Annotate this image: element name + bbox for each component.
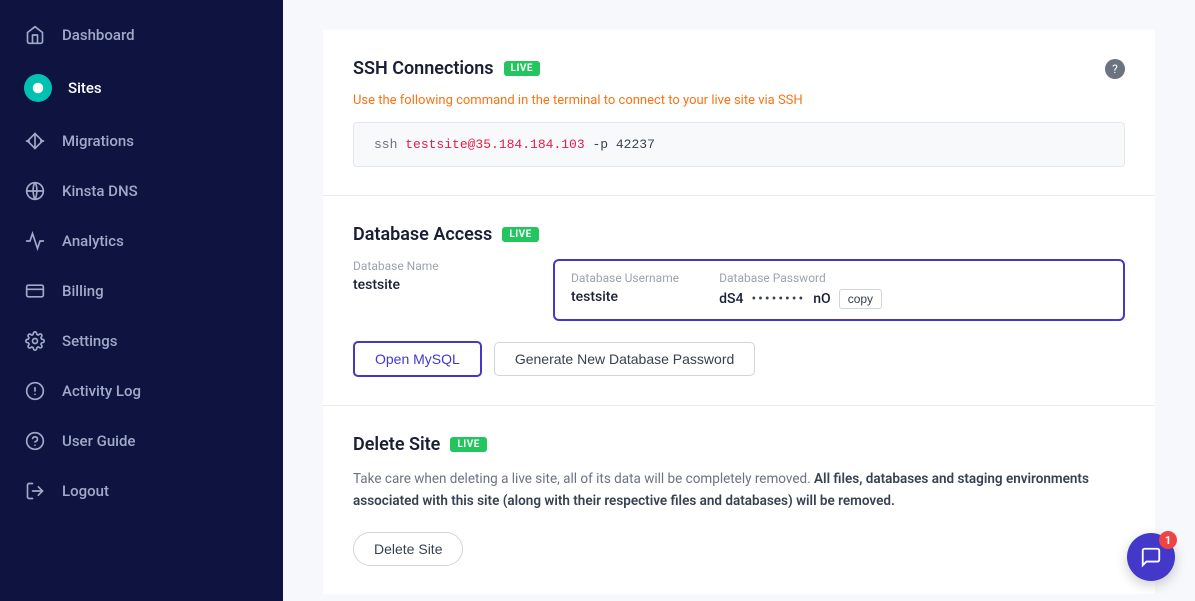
settings-icon <box>24 330 46 352</box>
delete-section-header: Delete Site LIVE <box>353 434 1125 455</box>
home-icon <box>24 24 46 46</box>
ssh-host: testsite@35.184.184.103 <box>405 137 584 152</box>
database-section: Database Access LIVE Database Name tests… <box>323 196 1155 405</box>
sidebar-item-logout[interactable]: Logout <box>0 466 283 516</box>
delete-desc-start: Take care when deleting a live site, all… <box>353 471 814 487</box>
db-section-header: Database Access LIVE <box>353 224 1125 245</box>
analytics-icon <box>24 230 46 252</box>
ssh-port: -p 42237 <box>585 137 655 152</box>
billing-icon <box>24 280 46 302</box>
chat-bubble[interactable]: 1 <box>1127 533 1175 581</box>
sidebar-item-label: Kinsta DNS <box>62 182 138 200</box>
delete-section: Delete Site LIVE Take care when deleting… <box>323 406 1155 594</box>
sites-icon <box>24 74 52 102</box>
sidebar-item-label: Activity Log <box>62 382 141 400</box>
ssh-command-block: ssh testsite@35.184.184.103 -p 42237 <box>353 122 1125 167</box>
sidebar-item-label: Sites <box>68 79 102 97</box>
db-credentials-box: Database Username testsite Database Pass… <box>553 259 1125 321</box>
sidebar-item-label: User Guide <box>62 432 135 450</box>
db-name-value: testsite <box>353 277 533 293</box>
db-title: Database Access <box>353 224 492 245</box>
open-mysql-button[interactable]: Open MySQL <box>353 341 482 377</box>
ssh-instruction: Use the following command in the termina… <box>353 93 1125 108</box>
sidebar-item-label: Migrations <box>62 132 134 150</box>
sidebar-item-billing[interactable]: Billing <box>0 266 283 316</box>
sidebar-item-label: Logout <box>62 482 109 500</box>
db-name-label: Database Name <box>353 259 533 273</box>
dns-icon <box>24 180 46 202</box>
db-live-badge: LIVE <box>502 227 539 242</box>
db-password-row: dS4 •••••••• nO copy <box>719 289 882 309</box>
db-username-field: Database Username testsite <box>571 271 679 309</box>
ssh-title: SSH Connections <box>353 58 494 79</box>
ssh-prefix: ssh <box>374 137 405 152</box>
activity-icon <box>24 380 46 402</box>
sidebar-item-dashboard[interactable]: Dashboard <box>0 10 283 60</box>
copy-password-button[interactable]: copy <box>839 289 882 309</box>
db-name-field: Database Name testsite <box>353 259 533 321</box>
sidebar-item-label: Billing <box>62 282 104 300</box>
logout-icon <box>24 480 46 502</box>
chat-badge: 1 <box>1159 531 1177 549</box>
sidebar: Dashboard Sites Migrations <box>0 0 283 601</box>
sidebar-item-migrations[interactable]: Migrations <box>0 116 283 166</box>
db-username-label: Database Username <box>571 271 679 285</box>
sidebar-item-analytics[interactable]: Analytics <box>0 216 283 266</box>
db-password-prefix: dS4 <box>719 291 743 307</box>
ssh-section-header: SSH Connections LIVE ? <box>353 58 1125 79</box>
delete-title: Delete Site <box>353 434 440 455</box>
db-username-value: testsite <box>571 289 679 305</box>
delete-description: Take care when deleting a live site, all… <box>353 469 1125 512</box>
ssh-section: SSH Connections LIVE ? Use the following… <box>323 30 1155 195</box>
delete-site-button[interactable]: Delete Site <box>353 532 463 566</box>
sidebar-item-sites[interactable]: Sites <box>0 60 283 116</box>
sidebar-item-activity-log[interactable]: Activity Log <box>0 366 283 416</box>
db-password-field: Database Password dS4 •••••••• nO copy <box>719 271 882 309</box>
help-icon[interactable]: ? <box>1105 59 1125 79</box>
sidebar-item-label: Settings <box>62 332 118 350</box>
migrations-icon <box>24 130 46 152</box>
db-password-suffix: nO <box>813 291 830 307</box>
db-fields-row: Database Name testsite Database Username… <box>353 259 1125 321</box>
delete-live-badge: LIVE <box>450 437 487 452</box>
ssh-live-badge: LIVE <box>504 61 541 76</box>
db-password-masked: •••••••• <box>751 291 805 307</box>
guide-icon <box>24 430 46 452</box>
sidebar-item-label: Dashboard <box>62 26 135 44</box>
sidebar-item-settings[interactable]: Settings <box>0 316 283 366</box>
db-action-buttons: Open MySQL Generate New Database Passwor… <box>353 341 1125 377</box>
main-content: SSH Connections LIVE ? Use the following… <box>283 0 1195 601</box>
sidebar-item-kinsta-dns[interactable]: Kinsta DNS <box>0 166 283 216</box>
sidebar-item-label: Analytics <box>62 232 124 250</box>
sidebar-item-user-guide[interactable]: User Guide <box>0 416 283 466</box>
generate-password-button[interactable]: Generate New Database Password <box>494 342 755 376</box>
db-password-label: Database Password <box>719 271 882 285</box>
